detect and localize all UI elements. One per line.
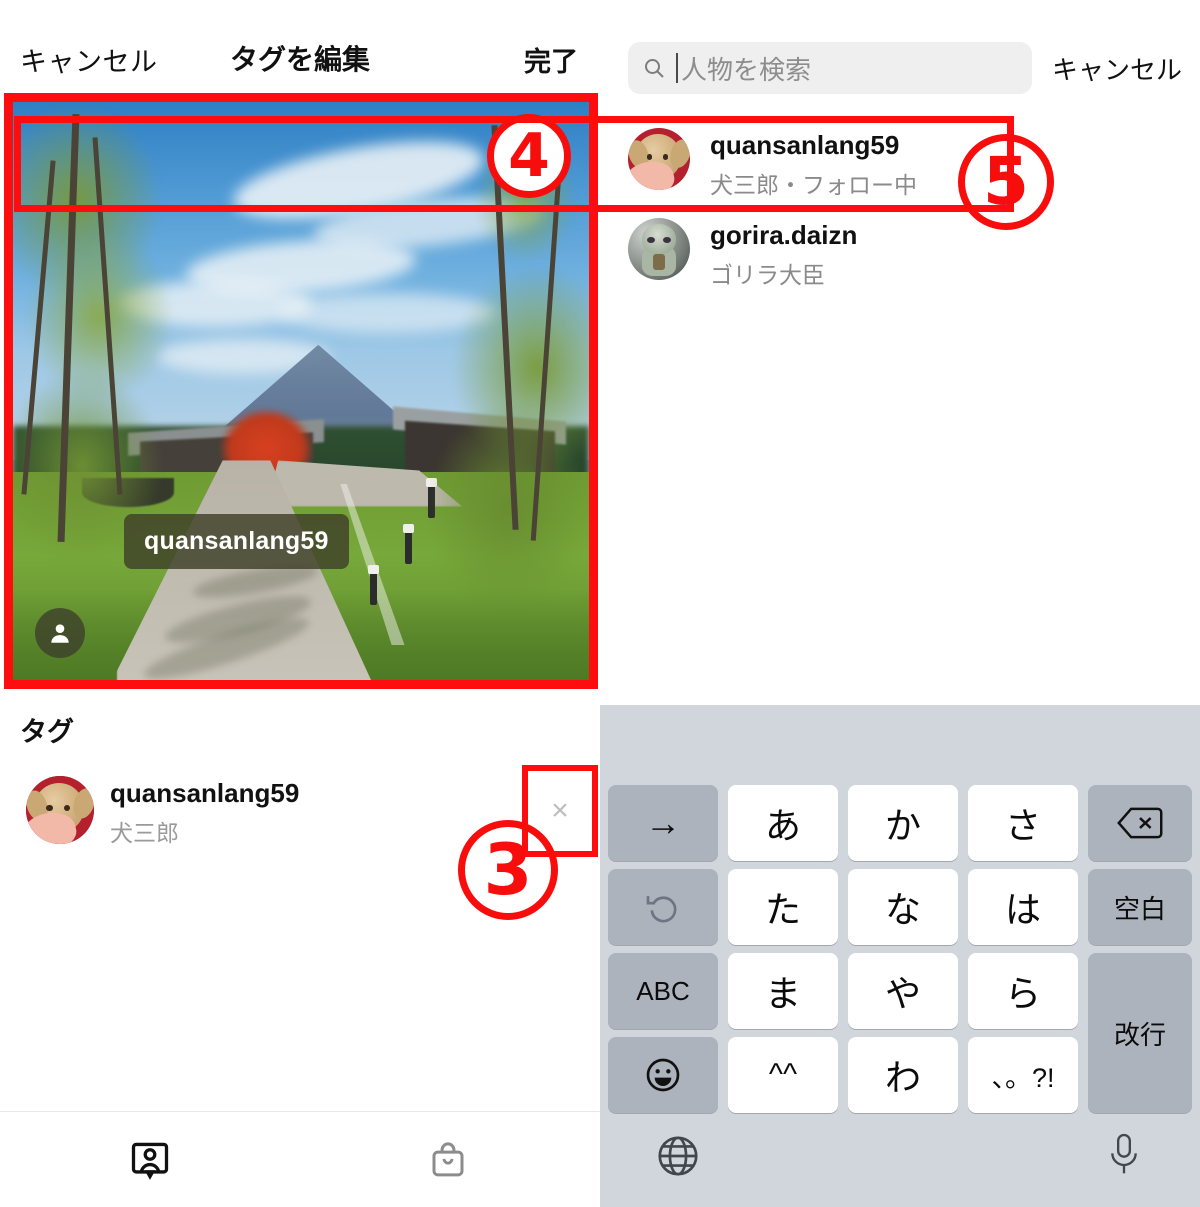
- result-subtitle: ゴリラ大臣: [710, 262, 825, 288]
- bottom-tab-bar: [0, 1111, 600, 1207]
- shopping-bag-icon[interactable]: [418, 1130, 478, 1190]
- kana-ha-key[interactable]: は: [968, 869, 1078, 945]
- undo-key[interactable]: [608, 869, 718, 945]
- return-key[interactable]: 改行: [1088, 953, 1192, 1113]
- kana-ya-key[interactable]: や: [848, 953, 958, 1029]
- bollard-light: [368, 564, 380, 605]
- person-tag-icon[interactable]: [120, 1130, 180, 1190]
- cursor-right-key[interactable]: →: [608, 785, 718, 861]
- search-cancel-button[interactable]: キャンセル: [1052, 50, 1182, 87]
- space-key[interactable]: 空白: [1088, 869, 1192, 945]
- suggestion-bar: [600, 705, 1200, 783]
- search-icon: [645, 59, 664, 78]
- key-grid: → あ か さ た な は 空白 ABC ま や ら 改行 ^^ わ 、。?!: [600, 783, 1200, 1123]
- bollard-light: [402, 524, 414, 565]
- kana-ta-key[interactable]: た: [728, 869, 838, 945]
- kana-na-key[interactable]: な: [848, 869, 958, 945]
- screenshot-root: キャンセル タグを編集 完了 quansanlang59 4 タグ quansa…: [0, 0, 1200, 1207]
- backspace-key[interactable]: [1088, 785, 1192, 861]
- tag-section-title: タグ: [20, 717, 74, 747]
- caret-key[interactable]: ^^: [728, 1037, 838, 1113]
- tagged-username: quansanlang59: [110, 778, 300, 808]
- photo-tag-label[interactable]: quansanlang59: [124, 514, 349, 569]
- kana-a-key[interactable]: あ: [728, 785, 838, 861]
- keyboard-bottom-bar: [600, 1123, 1200, 1207]
- result-username: gorira.daizn: [710, 220, 858, 250]
- japanese-kana-keyboard: → あ か さ た な は 空白 ABC ま や ら 改行 ^^ わ 、。?!: [600, 705, 1200, 1207]
- tagged-fullname: 犬三郎: [110, 820, 179, 846]
- kana-ka-key[interactable]: か: [848, 785, 958, 861]
- step-marker-5: 5: [958, 134, 1054, 230]
- search-input[interactable]: 人物を検索: [628, 42, 1032, 94]
- abc-key[interactable]: ABC: [608, 953, 718, 1029]
- search-result-row[interactable]: gorira.daizn ゴリラ大臣: [600, 214, 1200, 300]
- avatar: [26, 776, 94, 844]
- avatar: [628, 218, 690, 280]
- step-marker-3: 3: [458, 820, 558, 920]
- search-placeholder: 人物を検索: [681, 54, 812, 85]
- navigation-bar: キャンセル タグを編集 完了: [0, 0, 600, 95]
- page-title: タグを編集: [229, 44, 370, 75]
- kana-ma-key[interactable]: ま: [728, 953, 838, 1029]
- globe-icon[interactable]: [655, 1133, 701, 1179]
- kana-sa-key[interactable]: さ: [968, 785, 1078, 861]
- punctuation-key[interactable]: 、。?!: [968, 1037, 1078, 1113]
- search-result-highlight: [14, 116, 1014, 212]
- kana-ra-key[interactable]: ら: [968, 953, 1078, 1029]
- done-button[interactable]: 完了: [524, 40, 578, 79]
- microphone-icon[interactable]: [1104, 1131, 1144, 1179]
- text-cursor: [676, 53, 678, 83]
- kana-wa-key[interactable]: わ: [848, 1037, 958, 1113]
- emoji-key[interactable]: [608, 1037, 718, 1113]
- person-icon[interactable]: [35, 608, 85, 658]
